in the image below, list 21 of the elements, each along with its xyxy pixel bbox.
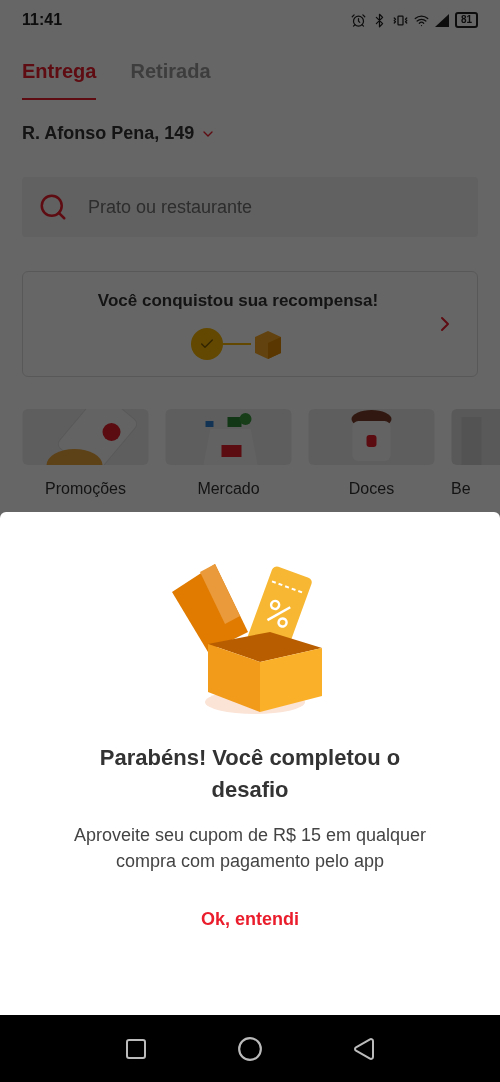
signal-icon bbox=[434, 13, 449, 27]
tab[interactable]: Entrega bbox=[22, 56, 97, 100]
dialog-message: Aproveite seu cupom de R$ 15 em qualquer compra com pagamento pelo app bbox=[72, 824, 428, 873]
address-selector[interactable]: R. Afonso Pena, 149 bbox=[0, 120, 500, 147]
category-label: Doces bbox=[348, 479, 395, 499]
vibrate-icon bbox=[392, 12, 408, 28]
home-icon[interactable] bbox=[237, 1035, 263, 1062]
status-time: 11:41 bbox=[22, 10, 63, 30]
wifi-icon bbox=[413, 12, 429, 28]
reward-title: Você conquistou sua recompensa! bbox=[97, 290, 379, 313]
category-label: Mercado bbox=[197, 479, 260, 499]
recents-icon[interactable] bbox=[124, 1036, 149, 1061]
confirm-button[interactable]: Ok, entendi bbox=[185, 898, 315, 941]
category-label: Be bbox=[451, 479, 471, 499]
back-icon[interactable] bbox=[351, 1036, 376, 1061]
alarm-icon bbox=[350, 12, 366, 28]
category-label: Promoções bbox=[45, 479, 126, 499]
dialog-title: Parabéns! Você completou o desafio bbox=[98, 744, 402, 804]
battery-level: 81 bbox=[454, 12, 478, 28]
search-icon bbox=[38, 192, 68, 222]
reward-card[interactable]: Você conquistou sua recompensa! bbox=[22, 271, 478, 377]
